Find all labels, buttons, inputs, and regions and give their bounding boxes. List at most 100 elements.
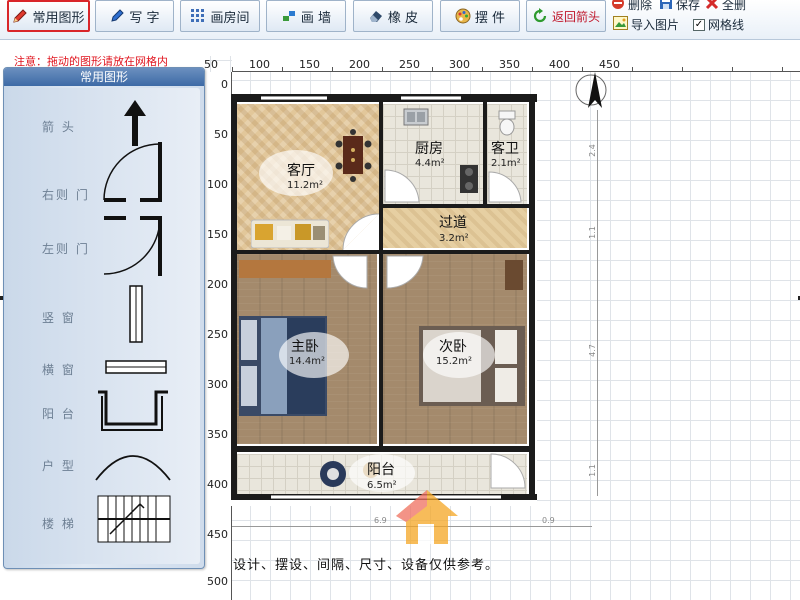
grid-icon (190, 8, 206, 24)
clear-all-icon (705, 0, 719, 13)
shape-label-floor-type: 户 型 (42, 459, 76, 473)
dimension-label: 1.1 (587, 226, 597, 239)
shape-label-balcony: 阳 台 (42, 407, 76, 421)
toilet-icon (498, 110, 516, 136)
shape-label-left-door: 左则 门 (42, 242, 90, 256)
delete-button[interactable]: 删除 (611, 0, 652, 13)
ruler-left-label: 200 (207, 278, 228, 291)
door-icon (386, 255, 424, 289)
ruler-left-label: 300 (207, 378, 228, 391)
room-name-balcony: 阳台 (367, 462, 395, 478)
dimension-label: 2.4 (587, 144, 597, 157)
import-image-button[interactable]: 导入图片 (613, 16, 679, 33)
door-icon (384, 169, 420, 203)
room-area-kitchen: 4.4m² (415, 158, 445, 169)
ruler-left-label: 250 (207, 328, 228, 341)
balcony-shape-icon[interactable] (94, 388, 172, 434)
ruler-left-label: 0 (221, 78, 228, 91)
sink-icon (403, 108, 429, 126)
place-furniture-label: 摆 件 (474, 10, 506, 26)
ruler-top: 50 100 150 200 250 300 350 400 450 (204, 56, 800, 72)
floor-plan[interactable]: 客厅 11.2m² 厨房 4.4m² 客卫 2.1m² 过道 3.2m² 主卧 … (231, 94, 537, 506)
sofa-icon (251, 219, 329, 248)
back-arrow-label: 返回箭头 (551, 9, 600, 24)
disclaimer-text: 设计、摆设、间隔、尺寸、设备仅供参考。 (233, 558, 500, 573)
draw-wall-label: 画 墙 (300, 10, 332, 26)
shapes-list: 箭 头 右则 门 左则 门 竖 窗 横 窗 阳 台 户 型 楼 梯 (8, 88, 200, 564)
draw-room-label: 画房间 (210, 10, 250, 26)
vertical-window-shape-icon[interactable] (126, 284, 146, 344)
save-icon (659, 0, 673, 13)
clear-all-label: 全删 (722, 0, 747, 12)
room-area-living: 11.2m² (287, 180, 324, 191)
door-icon (332, 255, 368, 289)
ruler-top-label: 100 (249, 58, 270, 71)
floor-plan-editor: 常用图形 写 字 画房间 画 墙 橡 皮 摆 件 返回箭头 删除 保存 全删 导… (0, 0, 800, 600)
ruler-top-label: 50 (204, 58, 218, 71)
room-name-corridor: 过道 (439, 215, 467, 231)
panel-title: 常用图形 (4, 68, 204, 86)
eraser-icon (368, 8, 384, 24)
dimension-label: 4.7 (587, 344, 597, 357)
save-label: 保存 (676, 0, 701, 12)
floor-type-shape-icon[interactable] (92, 444, 174, 484)
door-icon (490, 453, 526, 489)
shape-label-stairs: 楼 梯 (42, 517, 76, 531)
ruler-left-label: 350 (207, 428, 228, 441)
back-arrow-button[interactable]: 返回箭头 (526, 0, 606, 32)
write-text-label: 写 字 (129, 10, 160, 26)
ruler-left-label: 50 (214, 128, 228, 141)
ruler-left-label: 500 (207, 575, 228, 588)
ruler-left-label: 100 (207, 178, 228, 191)
left-door-shape-icon[interactable] (100, 214, 164, 282)
wall-icon (281, 8, 297, 24)
pen-icon (109, 8, 125, 24)
watermark-logo-icon (396, 490, 458, 544)
wardrobe (239, 260, 331, 278)
place-furniture-button[interactable]: 摆 件 (440, 0, 520, 32)
room-area-master: 14.4m² (289, 356, 326, 367)
save-button[interactable]: 保存 (659, 0, 700, 13)
common-shapes-button[interactable]: 常用图形 (7, 0, 90, 32)
compass-icon (575, 72, 607, 108)
refresh-icon (532, 8, 548, 24)
grid-lines-toggle[interactable]: ✓ 网格线 (693, 16, 744, 33)
pencil-icon (12, 8, 28, 24)
stairs-shape-icon[interactable] (96, 494, 172, 544)
room-name-second: 次卧 (439, 339, 467, 355)
ruler-top-label: 200 (349, 58, 370, 71)
common-shapes-panel: 常用图形 箭 头 右则 门 左则 门 竖 窗 横 窗 阳 台 户 型 楼 梯 (3, 67, 205, 569)
ruler-left: 0 50 100 150 200 250 300 350 400 450 500 (206, 72, 232, 600)
image-icon (613, 16, 628, 33)
draw-wall-button[interactable]: 画 墙 (266, 0, 346, 32)
dimension-line-right (597, 110, 598, 496)
draw-room-button[interactable]: 画房间 (180, 0, 260, 32)
dimension-label: 6.9 (374, 516, 387, 525)
dimension-label: 0.9 (542, 516, 555, 525)
ruler-left-label: 450 (207, 528, 228, 541)
side-tools: 删除 保存 全删 导入图片 ✓ 网格线 (611, 0, 800, 40)
horizontal-window-shape-icon[interactable] (104, 356, 168, 378)
room-area-corridor: 3.2m² (439, 233, 469, 244)
room-area-second: 15.2m² (436, 356, 473, 367)
shape-label-vertical-window: 竖 窗 (42, 311, 76, 325)
ruler-top-label: 150 (299, 58, 320, 71)
delete-icon (611, 0, 625, 13)
eraser-label: 橡 皮 (387, 10, 419, 26)
shape-label-arrow: 箭 头 (42, 120, 76, 134)
right-door-shape-icon[interactable] (100, 140, 164, 208)
common-shapes-label: 常用图形 (32, 10, 85, 26)
grid-lines-checkbox[interactable]: ✓ (693, 18, 705, 31)
ruler-top-label: 350 (499, 58, 520, 71)
dining-table-icon (335, 129, 372, 182)
room-name-guest-bath: 客卫 (491, 141, 519, 157)
eraser-button[interactable]: 橡 皮 (353, 0, 433, 32)
clear-all-button[interactable]: 全删 (705, 0, 746, 13)
room-area-guest-bath: 2.1m² (491, 158, 521, 169)
room-name-master: 主卧 (291, 339, 319, 355)
shape-label-right-door: 右则 门 (42, 188, 90, 202)
write-text-button[interactable]: 写 字 (95, 0, 174, 32)
shape-label-horizontal-window: 横 窗 (42, 363, 76, 377)
grid-lines-label: 网格线 (708, 18, 745, 32)
ruler-top-label: 300 (449, 58, 470, 71)
